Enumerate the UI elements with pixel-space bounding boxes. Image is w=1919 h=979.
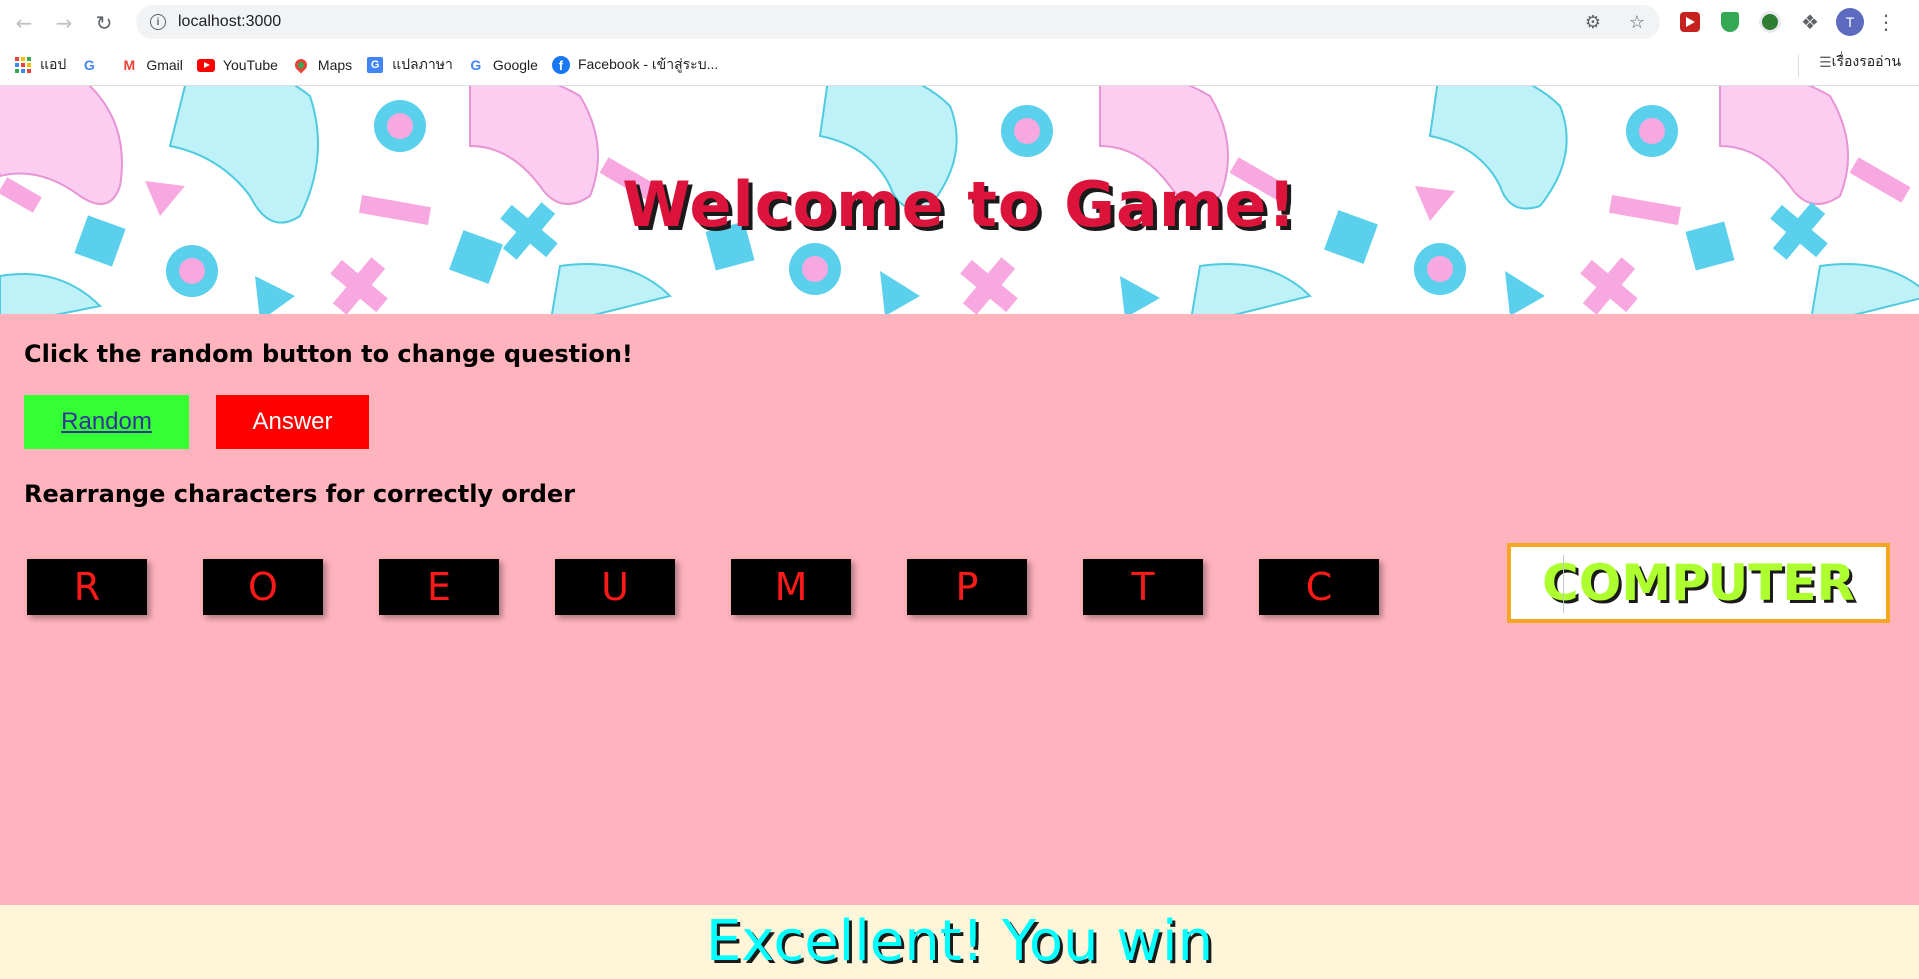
text-cursor	[1563, 555, 1564, 613]
letter-tile[interactable]: P	[907, 559, 1027, 615]
translate-icon: G	[366, 56, 384, 74]
reading-list-icon: ☰	[1819, 53, 1832, 70]
address-bar[interactable]: i localhost:3000 ⚙ ☆	[136, 5, 1660, 39]
answer-button[interactable]: Answer	[216, 395, 369, 449]
profile-avatar[interactable]: T	[1836, 8, 1864, 36]
bookmark-google[interactable]: G Google	[467, 51, 538, 79]
answer-input-value: COMPUTER	[1542, 554, 1855, 612]
bookmarks-bar: แอป G M Gmail YouTube Maps G แปลภาษา G G…	[0, 45, 1919, 86]
video-downloader-extension-icon[interactable]	[1676, 8, 1704, 36]
bookmark-gmail[interactable]: M Gmail	[120, 51, 183, 79]
google-icon: G	[470, 57, 482, 73]
bookmark-label: YouTube	[222, 57, 278, 73]
google-icon: G	[83, 57, 95, 73]
bookmark-facebook[interactable]: f Facebook - เข้าสู่ระบ...	[551, 51, 719, 79]
extensions-puzzle-icon[interactable]: ❖	[1796, 8, 1824, 36]
bookmark-apps[interactable]: แอป	[14, 51, 66, 79]
extensions-bar: ❖ T ⋮	[1676, 8, 1896, 36]
url-text[interactable]: localhost:3000	[178, 13, 281, 31]
bookmark-label: แปลภาษา	[392, 56, 453, 72]
letter-tile[interactable]: E	[379, 559, 499, 615]
bookmark-translate[interactable]: G แปลภาษา	[366, 51, 453, 79]
page-title: Welcome to Game!	[622, 168, 1297, 241]
bookmark-google-g[interactable]: G	[80, 51, 106, 79]
bookmark-label: Google	[492, 57, 538, 73]
bookmark-label: แอป	[40, 56, 67, 72]
forward-icon[interactable]: →	[48, 7, 80, 39]
reload-icon[interactable]: ↻	[88, 7, 120, 39]
bookmarks-divider	[1798, 55, 1799, 77]
apps-grid-icon	[14, 56, 32, 74]
game-page: Welcome to Game! Click the random button…	[0, 86, 1919, 979]
bookmark-label: Gmail	[146, 57, 183, 73]
result-message: Excellent! You win	[0, 905, 1919, 979]
letter-tile[interactable]: O	[203, 559, 323, 615]
bookmark-maps[interactable]: Maps	[292, 51, 352, 79]
shield-extension-icon[interactable]	[1716, 8, 1744, 36]
facebook-icon: f	[551, 56, 570, 74]
letter-tile[interactable]: M	[731, 559, 851, 615]
answer-input[interactable]: COMPUTER	[1507, 543, 1890, 623]
translate-page-icon[interactable]: ⚙	[1582, 11, 1604, 33]
reading-list-label: เรื่องรออ่าน	[1831, 53, 1901, 69]
site-info-icon[interactable]: i	[150, 14, 166, 30]
youtube-icon	[196, 56, 215, 74]
letter-tile[interactable]: U	[555, 559, 675, 615]
reading-list-button[interactable]: ☰ เรื่องรออ่าน	[1819, 51, 1901, 73]
bookmark-star-icon[interactable]: ☆	[1626, 11, 1648, 33]
rearrange-instruction: Rearrange characters for correctly order	[24, 480, 576, 508]
instruction-text: Click the random button to change questi…	[24, 340, 633, 368]
game-banner: Welcome to Game!	[0, 86, 1919, 314]
bookmark-label: Facebook - เข้าสู่ระบ...	[577, 56, 719, 72]
browser-toolbar: ← → ↻ i localhost:3000 ⚙ ☆ ❖ T ⋮	[0, 0, 1919, 45]
globe-extension-icon[interactable]	[1756, 8, 1784, 36]
letter-tile[interactable]: C	[1259, 559, 1379, 615]
letter-tile[interactable]: T	[1083, 559, 1203, 615]
letter-tile[interactable]: R	[27, 559, 147, 615]
browser-menu-icon[interactable]: ⋮	[1876, 10, 1896, 34]
bookmark-youtube[interactable]: YouTube	[196, 51, 278, 79]
maps-icon	[292, 56, 310, 74]
back-icon[interactable]: ←	[8, 7, 40, 39]
bookmark-label: Maps	[317, 57, 353, 73]
gmail-icon: M	[123, 57, 136, 73]
random-button[interactable]: Random	[24, 395, 189, 449]
